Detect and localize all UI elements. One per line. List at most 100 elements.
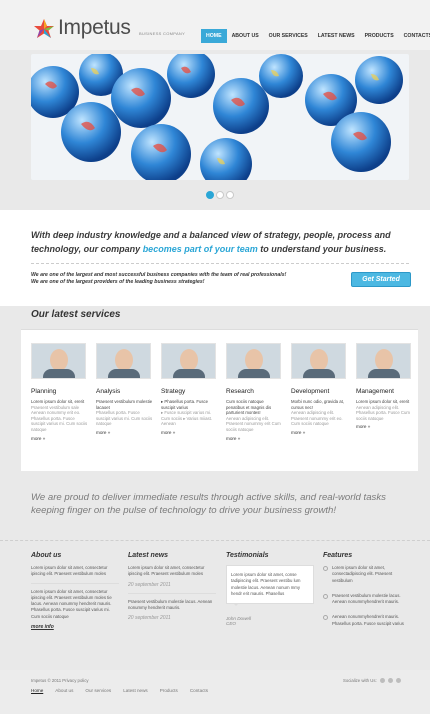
divider <box>31 582 119 584</box>
divider <box>0 540 430 541</box>
service-lead: Lorem ipsum dolor sit, ererit <box>356 399 410 404</box>
intro-text: With deep industry knowledge and a balan… <box>31 228 411 256</box>
services-title: Our latest services <box>31 309 121 320</box>
service-photo <box>96 343 151 379</box>
twitter-icon[interactable] <box>387 678 393 683</box>
service-lead: Cum sociis natoque penatibus et magnis d… <box>226 399 272 416</box>
service-photo <box>31 343 86 379</box>
service-text: Aenean adipiscing elit. Praesent nonummy… <box>291 410 343 427</box>
logo-star-icon[interactable] <box>33 18 55 40</box>
testimonial-bubble: Lorem ipsum dolor sit amet, conse tadipi… <box>226 565 314 607</box>
service-title[interactable]: Planning <box>31 388 88 396</box>
footer-link-contacts[interactable]: Contacts <box>190 688 208 693</box>
service-planning: Planning Lorem ipsum dolor sit, ererit P… <box>31 343 88 441</box>
news-text[interactable]: Lorem ipsum dolor sit amet, consectetur … <box>128 565 216 578</box>
service-more-link[interactable]: more » <box>226 436 283 441</box>
intro-highlight: becomes part of your team <box>142 244 258 254</box>
service-lead: Lorem ipsum dolor sit, ererit <box>31 399 85 404</box>
service-more-link[interactable]: more » <box>96 430 153 435</box>
service-more-link[interactable]: more » <box>31 436 88 441</box>
tagline-line-1: We are one of the largest and most succe… <box>31 272 287 278</box>
bullet-icon <box>323 593 328 599</box>
footer-link-home[interactable]: Home <box>31 688 43 693</box>
rss-icon[interactable] <box>395 678 401 683</box>
bullet-icon <box>323 615 328 621</box>
service-text: Aenean adipiscing elit. Phasellus porta.… <box>356 404 410 421</box>
slider-dot-3[interactable] <box>226 191 234 199</box>
nav-home[interactable]: HOME <box>201 29 227 43</box>
service-lead: ▸ Phasellus porta. Fusce suscipit varius <box>161 399 209 410</box>
nav-about-us[interactable]: ABOUT US <box>227 29 264 43</box>
news-date: 20 september 2011 <box>128 615 171 622</box>
service-more-link[interactable]: more » <box>356 424 413 429</box>
hero-slider-image <box>31 54 409 180</box>
service-text: ▸ Fusce suscipit varius mi. Cum sociis ▸… <box>161 410 213 427</box>
news-title: Latest news <box>128 552 169 559</box>
service-text: Aenean adipiscing elit. Praesent nonummy… <box>226 415 281 432</box>
nav-our-services[interactable]: OUR SERVICES <box>264 29 313 43</box>
footer-link-latest-news[interactable]: Latest news <box>123 688 148 693</box>
service-development: Development Morbi nunc odio, gravida at,… <box>291 343 348 435</box>
feature-item: Lorem ipsum dolor sit amet, consectadipi… <box>323 565 411 584</box>
globes-image <box>31 54 409 180</box>
feature-item: Aenean nonummyhendrerit mauris. Phasellu… <box>323 614 411 627</box>
facebook-icon[interactable] <box>379 678 385 683</box>
about-text-2: Lorem ipsum dolor sit amet, consectetur … <box>31 588 112 619</box>
nav-contacts[interactable]: CONTACTS <box>399 29 430 43</box>
service-photo <box>226 343 281 379</box>
brand-tagline: BUSINESS COMPANY <box>139 31 186 36</box>
feature-item: Praesent vestibulum molestie lacus. Aene… <box>323 593 411 606</box>
about-title: About us <box>31 552 62 559</box>
slider-pagination <box>206 191 234 199</box>
slider-dot-1[interactable] <box>206 191 214 199</box>
features-title: Features <box>323 552 353 559</box>
divider <box>31 263 409 264</box>
news-date: 20 september 2011 <box>128 581 171 588</box>
tagline: We are one of the largest and most succe… <box>31 272 341 286</box>
service-photo <box>161 343 216 379</box>
testimonials-column: Testimonials Lorem ipsum dolor sit amet,… <box>226 552 314 626</box>
testimonial-role: CEO <box>226 621 236 627</box>
social-label: Socialize with Us: <box>343 678 377 683</box>
about-column: About us Lorem ipsum dolor sit amet, con… <box>31 552 119 630</box>
service-analysis: Analysis Praesent vestibulum molestie la… <box>96 343 153 435</box>
brand-name[interactable]: Impetus <box>58 16 131 40</box>
footer-link-our-services[interactable]: Our services <box>85 688 111 693</box>
service-title[interactable]: Management <box>356 388 413 396</box>
footer-link-products[interactable]: Products <box>160 688 178 693</box>
service-more-link[interactable]: more » <box>291 430 348 435</box>
slider-dot-2[interactable] <box>216 191 224 199</box>
news-column: Latest news Lorem ipsum dolor sit amet, … <box>128 552 216 625</box>
service-lead: Morbi nunc odio, gravida at, cursus nec! <box>291 399 345 410</box>
copyright: Impetus © 2011 Privacy policy <box>31 678 89 683</box>
service-more-link[interactable]: more » <box>161 430 218 435</box>
service-title[interactable]: Strategy <box>161 388 218 396</box>
testimonials-title: Testimonials <box>226 552 269 559</box>
footer-link-about-us[interactable]: About us <box>55 688 73 693</box>
services-grid: Planning Lorem ipsum dolor sit, ererit P… <box>21 329 418 471</box>
nav-products[interactable]: PRODUCTS <box>360 29 399 43</box>
get-started-button[interactable]: Get Started <box>351 272 411 287</box>
social-links: Socialize with Us: <box>343 678 401 683</box>
more-info-link[interactable]: more info <box>31 624 119 630</box>
nav-latest-news[interactable]: LATEST NEWS <box>313 29 360 43</box>
intro-band <box>0 210 430 306</box>
service-photo <box>291 343 346 379</box>
news-text[interactable]: Praesent vestibulum molestie lacus. Aene… <box>128 599 216 612</box>
service-title[interactable]: Development <box>291 388 348 396</box>
service-title[interactable]: Research <box>226 388 283 396</box>
quote-text: We are proud to deliver immediate result… <box>31 492 386 516</box>
intro-part-2: to understand your business. <box>257 244 387 254</box>
service-strategy: Strategy ▸ Phasellus porta. Fusce suscip… <box>161 343 218 435</box>
footer-nav: Home About us Our services Latest news P… <box>31 688 208 693</box>
service-title[interactable]: Analysis <box>96 388 153 396</box>
feature-text: Praesent vestibulum molestie lacus. Aene… <box>332 592 401 605</box>
service-text: Praesent vestibulum sale Aenean nonummy … <box>31 404 88 432</box>
service-lead: Praesent vestibulum molestie lacaoet <box>96 399 153 410</box>
features-column: Features Lorem ipsum dolor sit amet, con… <box>323 552 411 636</box>
about-text-1: Lorem ipsum dolor sit amet, consectetur … <box>31 565 108 577</box>
bullet-icon <box>323 566 328 571</box>
feature-text: Lorem ipsum dolor sit amet, consectadipi… <box>332 565 393 583</box>
tagline-line-2: We are one of the largest providers of t… <box>31 279 205 285</box>
service-management: Management Lorem ipsum dolor sit, ererit… <box>356 343 413 429</box>
